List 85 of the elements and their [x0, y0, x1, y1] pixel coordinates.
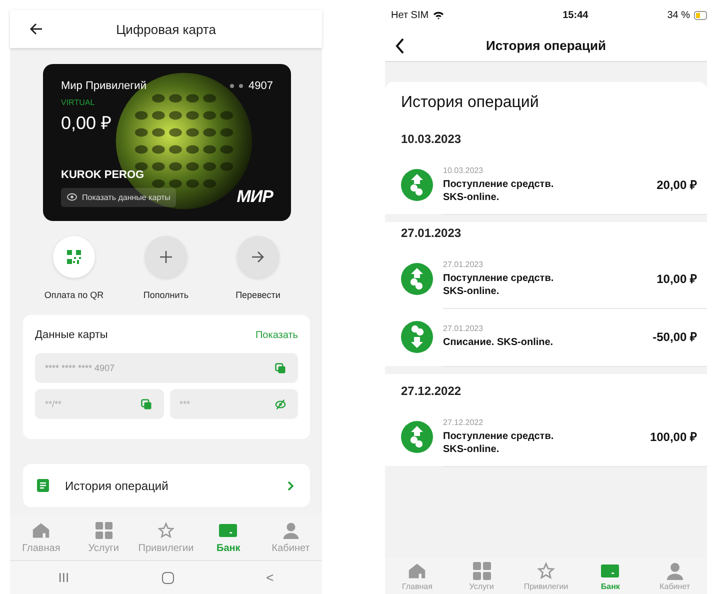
- copy-icon[interactable]: [140, 398, 152, 410]
- recent-apps-button[interactable]: III: [54, 570, 74, 585]
- operation-row[interactable]: 10.03.2023 Поступление средств. SKS-online. 20,00 ₽: [385, 156, 707, 214]
- operation-date: 10.03.2023: [443, 166, 484, 174]
- nav-tab[interactable]: Кабинет: [642, 558, 708, 594]
- house-icon: [32, 522, 50, 538]
- operation-title: Поступление средств. SKS-online.: [443, 430, 555, 456]
- battery-icon: [694, 10, 707, 20]
- nav-tab[interactable]: Привилегии: [134, 515, 198, 560]
- expiry-value: **/**: [45, 399, 62, 409]
- nav-tab[interactable]: Банк: [197, 515, 260, 560]
- card-brand-logo: МИР: [236, 187, 273, 207]
- grid-icon: [94, 522, 113, 538]
- action-button[interactable]: [145, 236, 187, 278]
- nav-tab[interactable]: Услуги: [449, 558, 514, 594]
- card-product-name: Мир Привилегий: [61, 80, 146, 92]
- person-icon: [666, 562, 684, 580]
- history-row[interactable]: История операций: [23, 464, 310, 507]
- operation-row[interactable]: 27.01.2023 Поступление средств. SKS-online. 10,00 ₽: [385, 250, 707, 308]
- card-icon: [219, 522, 238, 538]
- back-chevron-icon[interactable]: [395, 38, 405, 54]
- card-number: **** **** **** 4907: [45, 363, 115, 373]
- date-heading: 10.03.2023: [401, 132, 462, 146]
- arrow-right-icon: [251, 250, 265, 264]
- income-icon: [401, 169, 433, 201]
- operation-amount: 10,00 ₽: [656, 271, 697, 287]
- plus-icon: [159, 250, 173, 264]
- date-heading: 27.01.2023: [401, 226, 462, 240]
- card-type: VIRTUAL: [61, 98, 95, 107]
- date-heading: 27.12.2022: [401, 384, 462, 398]
- copy-icon[interactable]: [275, 362, 286, 374]
- masked-dots-icon: [230, 84, 243, 88]
- operation-title: Списание. SKS-online.: [443, 336, 554, 349]
- operation-title: Поступление средств. SKS-online.: [443, 272, 555, 298]
- star-icon: [537, 562, 556, 580]
- person-icon: [282, 522, 300, 538]
- income-icon: [401, 421, 433, 453]
- nav-tab[interactable]: Кабинет: [260, 515, 322, 560]
- action-button[interactable]: [237, 236, 279, 278]
- house-icon: [408, 562, 426, 580]
- home-button[interactable]: [162, 572, 174, 584]
- operation-date: 27.12.2022: [443, 418, 484, 426]
- card-icon: [601, 562, 620, 580]
- battery-percent: 34 %: [667, 10, 690, 20]
- cvc-value: ***: [180, 399, 190, 409]
- back-arrow-icon[interactable]: [29, 22, 43, 36]
- back-button[interactable]: <: [262, 570, 278, 585]
- operation-date: 27.01.2023: [443, 260, 484, 268]
- document-icon: [37, 479, 49, 492]
- screen-title: Цифровая карта: [116, 22, 216, 36]
- wifi-icon: [432, 10, 444, 20]
- star-icon: [157, 522, 176, 538]
- nav-tab[interactable]: Привилегии: [514, 558, 578, 594]
- action-button[interactable]: [53, 236, 95, 278]
- action-label: Оплата по QR: [44, 290, 104, 300]
- nav-tab[interactable]: Услуги: [72, 515, 135, 560]
- status-time: 15:44: [562, 10, 588, 20]
- operation-row[interactable]: 27.12.2022 Поступление средств. SKS-online. 100,00 ₽: [385, 408, 707, 466]
- nav-tab[interactable]: Банк: [578, 558, 643, 594]
- operation-date: 27.01.2023: [443, 324, 484, 333]
- operation-amount: -50,00 ₽: [652, 329, 697, 345]
- operation-amount: 100,00 ₽: [650, 429, 697, 445]
- operation-title: Поступление средств. SKS-online.: [443, 178, 555, 204]
- show-details-button[interactable]: Показать данные карты: [61, 188, 176, 206]
- carrier: Нет SIM: [391, 10, 429, 20]
- card-holder: KUROK PEROG: [61, 169, 144, 181]
- nav-tab[interactable]: Главная: [385, 558, 450, 594]
- screen-title: История операций: [486, 38, 606, 53]
- nav-tab[interactable]: Главная: [10, 515, 72, 560]
- show-link[interactable]: Показать: [255, 330, 298, 340]
- grid-icon: [472, 562, 491, 580]
- history-heading: История операций: [401, 94, 539, 111]
- hidden-eye-icon[interactable]: [275, 398, 286, 410]
- action-label: Пополнить: [143, 290, 189, 300]
- income-icon: [401, 263, 433, 295]
- operation-amount: 20,00 ₽: [656, 177, 697, 193]
- eye-icon: [67, 193, 77, 201]
- qr-code-icon: [67, 250, 81, 264]
- operation-row[interactable]: 27.01.2023 Списание. SKS-online. -50,00 ₽: [385, 308, 707, 366]
- expense-icon: [401, 321, 433, 353]
- panel-title: Данные карты: [35, 329, 108, 341]
- card-balance: 0,00 ₽: [61, 113, 112, 133]
- chevron-right-icon: [287, 480, 294, 490]
- card-last-digits: 4907: [248, 80, 273, 92]
- action-label: Перевести: [236, 290, 280, 300]
